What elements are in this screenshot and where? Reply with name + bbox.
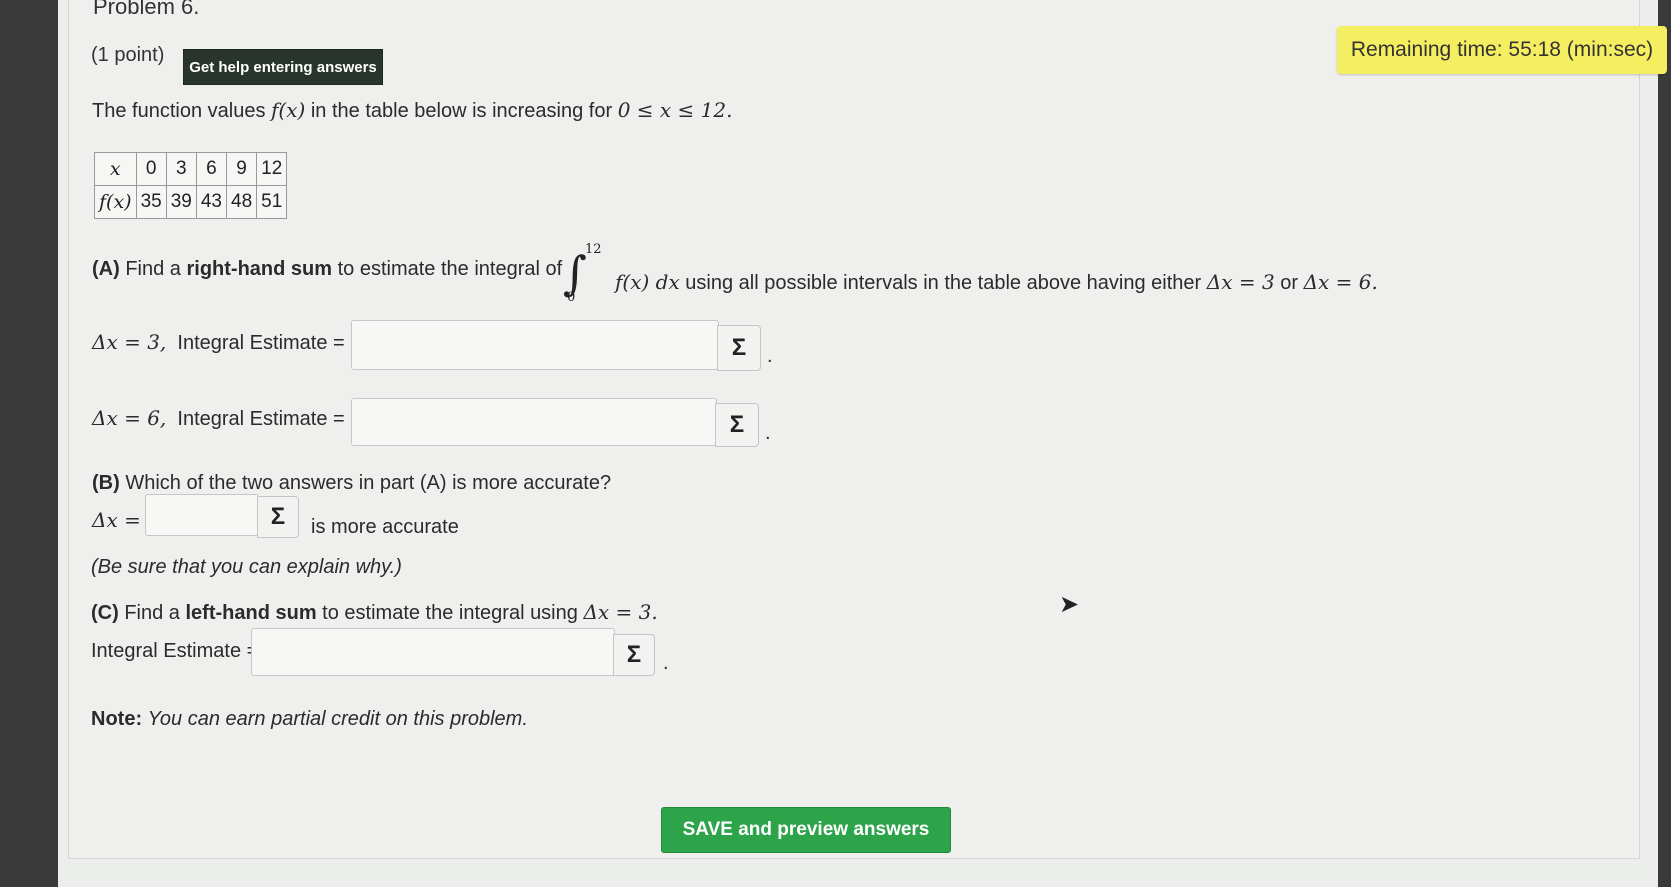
part-b-dx: Δx = xyxy=(92,508,141,532)
mouse-cursor-icon: ➤ xyxy=(1059,591,1080,618)
intro-pre: The function values xyxy=(92,100,266,122)
problem-points: (1 point) xyxy=(91,44,165,66)
help-entering-answers-button[interactable]: Get help entering answers xyxy=(183,49,383,85)
partial-credit-note: Note: You can earn partial credit on thi… xyxy=(91,708,528,731)
integral-upper-limit: 12 xyxy=(585,242,602,257)
table-cell: 12 xyxy=(256,152,288,186)
table-cell: 51 xyxy=(256,185,288,219)
part-a-row2-estimate-label: Integral Estimate = xyxy=(177,408,345,430)
part-c-question: (C) Find a left-hand sum to estimate the… xyxy=(91,600,658,625)
part-b-text: Which of the two answers in part (A) is … xyxy=(125,472,612,494)
table-cell: 35 xyxy=(135,185,167,219)
part-a-row2-label: Δx = 6, Integral Estimate = xyxy=(92,406,345,431)
save-preview-answers-button[interactable]: SAVE and preview answers xyxy=(661,807,951,853)
integrand: f(x) dx xyxy=(615,270,680,294)
part-a-or: or xyxy=(1280,272,1299,294)
problem-title: Problem 6. xyxy=(93,0,200,19)
part-a-question-start: (A) Find a right-hand sum to estimate th… xyxy=(92,258,562,281)
part-c-dx: Δx = 3. xyxy=(583,600,658,624)
part-c-text1: Find a xyxy=(124,602,180,624)
part-a-row1-label: Δx = 3, Integral Estimate = xyxy=(92,330,345,355)
table-cell: 48 xyxy=(225,185,258,219)
part-a-row2-math: Δx = 6, xyxy=(92,406,167,430)
part-b-question: (B) Which of the two answers in part (A)… xyxy=(92,472,611,495)
part-c-estimate-label: Integral Estimate = xyxy=(91,640,259,662)
table-header-x: x xyxy=(94,152,137,186)
part-a-text1: Find a xyxy=(125,258,181,280)
sigma-button[interactable]: Σ xyxy=(715,403,759,447)
left-hand-sum-estimate-input[interactable] xyxy=(251,628,615,676)
more-accurate-dx-input[interactable] xyxy=(145,494,259,536)
integral-lower-limit: 0 xyxy=(567,290,576,305)
integral-estimate-dx6-input[interactable] xyxy=(351,398,717,446)
part-b-note: (Be sure that you can explain why.) xyxy=(91,556,402,578)
sigma-button[interactable]: Σ xyxy=(257,496,299,538)
part-c-label: (C) xyxy=(91,602,119,624)
table-header-fx: f(x) xyxy=(94,185,137,219)
part-c-text2: to estimate the integral using xyxy=(322,602,578,624)
note-text: You can earn partial credit on this prob… xyxy=(147,708,528,730)
intro-range: 0 ≤ x ≤ 12. xyxy=(617,98,733,122)
function-values-table: x 0 3 6 9 12 f(x) 35 39 43 48 51 xyxy=(94,152,288,219)
table-cell: 9 xyxy=(225,152,258,186)
sigma-button[interactable]: Σ xyxy=(613,634,655,676)
note-label: Note: xyxy=(91,708,143,730)
intro-fx: f(x) xyxy=(271,98,306,122)
part-a-text2: to estimate the integral of xyxy=(337,258,563,280)
table-row: x 0 3 6 9 12 xyxy=(94,152,288,186)
problem-panel: Problem 6. (1 point) Get help entering a… xyxy=(68,0,1667,859)
table-cell: 0 xyxy=(135,152,167,186)
page: Problem 6. (1 point) Get help entering a… xyxy=(58,0,1667,887)
part-c-bold: left-hand sum xyxy=(185,602,317,624)
sigma-button[interactable]: Σ xyxy=(717,325,761,371)
period: . xyxy=(765,422,771,444)
part-a-dx1: Δx = 3 xyxy=(1206,270,1275,294)
side-tab[interactable] xyxy=(1662,780,1671,830)
part-a-bold: right-hand sum xyxy=(186,258,333,280)
side-tab[interactable] xyxy=(1660,560,1671,650)
table-cell: 39 xyxy=(165,185,197,219)
table-cell: 3 xyxy=(165,152,197,186)
part-a-text3: using all possible intervals in the tabl… xyxy=(685,272,1202,294)
part-a-row1-math: Δx = 3, xyxy=(92,330,167,354)
part-b-label: (B) xyxy=(92,472,120,494)
period: . xyxy=(663,652,669,674)
part-b-suffix: is more accurate xyxy=(311,516,459,538)
part-a-row1-estimate-label: Integral Estimate = xyxy=(177,332,345,354)
integral-estimate-dx3-input[interactable] xyxy=(351,320,719,370)
part-a-question-end: f(x) dx using all possible intervals in … xyxy=(615,270,1378,295)
table-cell: 43 xyxy=(195,185,228,219)
table-cell: 6 xyxy=(195,152,228,186)
remaining-time-badge: Remaining time: 55:18 (min:sec) xyxy=(1337,26,1667,74)
period: . xyxy=(767,345,773,367)
part-a-dx2: Δx = 6. xyxy=(1303,270,1378,294)
table-row: f(x) 35 39 43 48 51 xyxy=(94,185,288,219)
part-a-label: (A) xyxy=(92,258,120,280)
intro-mid: in the table below is increasing for xyxy=(310,100,613,122)
intro-text: The function values f(x) in the table be… xyxy=(92,98,732,123)
